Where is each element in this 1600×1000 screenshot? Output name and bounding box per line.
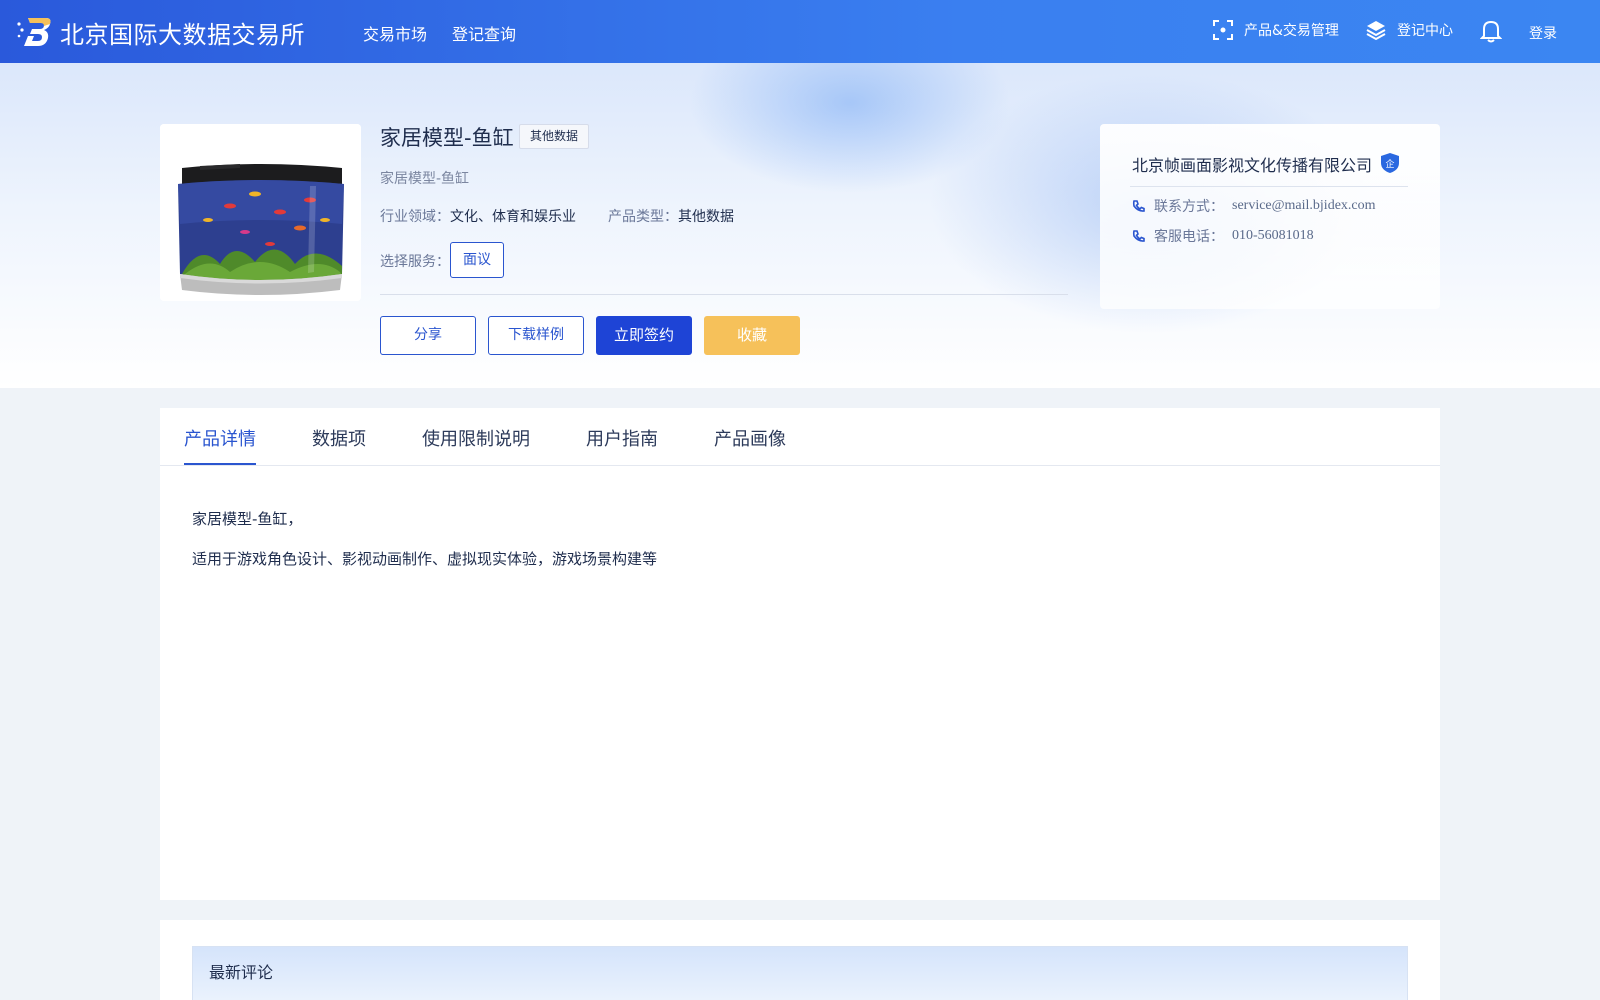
detail-tabs: 产品详情 数据项 使用限制说明 用户指南 产品画像	[160, 408, 1440, 466]
phone-value: 010-56081018	[1232, 228, 1314, 243]
site-logo-icon[interactable]	[16, 14, 52, 48]
login-link[interactable]: 登录	[1529, 23, 1557, 43]
notification-bell-icon[interactable]	[1479, 19, 1503, 47]
top-header: 北京国际大数据交易所 交易市场 登记查询 产品&交易管理 登记中心 登录	[0, 0, 1600, 63]
detail-text-line: 适用于游戏角色设计、影视动画制作、虚拟现实体验，游戏场景构建等	[192, 550, 658, 568]
product-trade-management-link[interactable]: 产品&交易管理	[1212, 19, 1339, 41]
industry-value: 文化、体育和娱乐业	[450, 209, 576, 225]
seller-divider	[1130, 186, 1408, 187]
enterprise-verified-icon: 企	[1380, 152, 1400, 178]
nav-market-link[interactable]: 交易市场	[363, 21, 427, 45]
register-center-link[interactable]: 登记中心	[1365, 19, 1453, 41]
share-button[interactable]: 分享	[380, 316, 476, 355]
industry-label: 行业领域：	[380, 209, 450, 225]
service-label: 选择服务：	[380, 254, 450, 270]
phone-label: 客服电话：	[1154, 229, 1224, 245]
sign-now-button[interactable]: 立即签约	[596, 316, 692, 355]
seller-contact-row: 联系方式： service@mail.bjidex.com	[1132, 196, 1376, 216]
product-image	[160, 124, 361, 301]
seller-name[interactable]: 北京帧画面影视文化传播有限公司	[1132, 152, 1372, 176]
register-center-label: 登记中心	[1397, 23, 1453, 39]
comments-header: 最新评论	[192, 946, 1408, 1000]
site-title[interactable]: 北京国际大数据交易所	[60, 15, 305, 50]
tab-usage-restrictions[interactable]: 使用限制说明	[422, 425, 530, 451]
phone-icon	[1132, 230, 1145, 242]
nav-query-link[interactable]: 登记查询	[452, 21, 516, 45]
seller-card: 北京帧画面影视文化传播有限公司 企 联系方式： service@mail.bji…	[1100, 124, 1440, 309]
service-option-negotiable[interactable]: 面议	[450, 242, 504, 278]
scan-focus-icon	[1213, 20, 1233, 40]
enterprise-badge-text: 企	[1385, 158, 1394, 170]
comments-section: 最新评论	[160, 920, 1440, 1000]
phone-icon	[1132, 200, 1145, 212]
favorite-button[interactable]: 收藏	[704, 316, 800, 355]
tab-user-guide[interactable]: 用户指南	[586, 425, 658, 451]
tab-product-details[interactable]: 产品详情	[184, 425, 256, 451]
hero-divider	[380, 294, 1068, 295]
download-sample-button[interactable]: 下载样例	[488, 316, 584, 355]
product-detail-panel: 产品详情 数据项 使用限制说明 用户指南 产品画像 家居模型-鱼缸， 适用于游戏…	[160, 408, 1440, 900]
tab-data-items[interactable]: 数据项	[312, 425, 366, 451]
contact-label: 联系方式：	[1154, 199, 1224, 215]
industry-field: 行业领域：文化、体育和娱乐业	[380, 206, 576, 226]
contact-value: service@mail.bjidex.com	[1232, 198, 1376, 213]
layers-icon	[1366, 21, 1386, 41]
active-tab-underline	[184, 463, 256, 465]
seller-phone-row: 客服电话： 010-56081018	[1132, 226, 1314, 246]
product-type-field: 产品类型：其他数据	[608, 206, 734, 226]
product-type-label: 产品类型：	[608, 209, 678, 225]
product-trade-management-label: 产品&交易管理	[1244, 23, 1339, 39]
comments-title: 最新评论	[209, 963, 274, 982]
product-subtitle: 家居模型-鱼缸	[380, 171, 470, 187]
product-type-value: 其他数据	[678, 209, 734, 225]
detail-text-line: 家居模型-鱼缸，	[192, 510, 303, 528]
product-title: 家居模型-鱼缸	[380, 126, 514, 150]
tab-product-profile[interactable]: 产品画像	[714, 425, 786, 451]
product-category-tag: 其他数据	[519, 124, 590, 149]
